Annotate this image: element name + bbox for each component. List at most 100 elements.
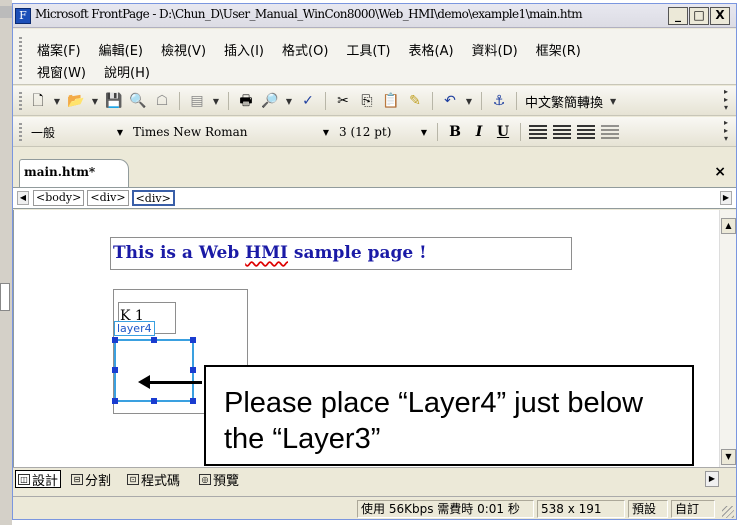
preview-dropdown-icon[interactable]: ▼ xyxy=(285,97,293,106)
toolbar-grip-handle[interactable] xyxy=(19,92,22,110)
tab-design[interactable]: ◫ 設計 xyxy=(15,470,62,489)
chevron-down-icon: ▼ xyxy=(322,127,329,137)
scroll-right-icon[interactable]: ▶ xyxy=(705,471,719,487)
new-page-icon[interactable]: 🗋 xyxy=(29,92,47,110)
heading-layer[interactable]: This is a Web HMI sample page ! xyxy=(110,237,572,270)
resize-handle[interactable] xyxy=(151,398,157,404)
toolbar-separator xyxy=(437,123,438,141)
maximize-button[interactable]: □ xyxy=(689,7,709,25)
tag-scroll-left-icon[interactable]: ◀ xyxy=(17,191,29,205)
chevron-down-icon: ▼ xyxy=(420,127,427,137)
new-dropdown-icon[interactable]: ▼ xyxy=(53,97,61,106)
toolbar-separator xyxy=(481,92,482,110)
toolbar-overflow-icon[interactable]: ▸ ▸ ▾ xyxy=(724,88,734,114)
align-center-icon[interactable] xyxy=(553,125,571,139)
tab-main-htm[interactable]: main.htm* xyxy=(19,159,129,187)
design-canvas[interactable]: This is a Web HMI sample page ! K 1 laye… xyxy=(13,210,721,467)
italic-button[interactable]: I xyxy=(470,124,488,140)
menu-format[interactable]: 格式(O) xyxy=(282,40,328,59)
pane-dropdown-icon[interactable]: ▼ xyxy=(212,97,220,106)
formatting-toolbar: 一般 ▼ Times New Roman ▼ 3 (12 pt) ▼ B I U… xyxy=(13,117,736,147)
layer4[interactable] xyxy=(112,337,196,404)
spelling-icon[interactable]: ✓ xyxy=(299,92,317,110)
font-size-value: 3 (12 pt) xyxy=(339,125,392,139)
menu-file[interactable]: 檔案(F) xyxy=(37,40,81,59)
menu-row-2: 視窗(W) 說明(H) xyxy=(37,62,150,81)
layer4-label[interactable]: layer4 xyxy=(114,321,155,336)
default-mode-status[interactable]: 預設 xyxy=(628,500,668,518)
tab-code[interactable]: ⊡ 程式碼 xyxy=(127,470,181,489)
tag-div-selected[interactable]: <div> xyxy=(131,190,175,206)
tab-label: main.htm* xyxy=(24,165,96,179)
print-preview-icon[interactable]: 🔎 xyxy=(261,92,279,110)
resize-handle[interactable] xyxy=(112,367,118,373)
menu-data[interactable]: 資料(D) xyxy=(472,40,518,59)
document-tab-row: main.htm* × xyxy=(13,148,736,187)
custom-mode-status[interactable]: 自訂 xyxy=(671,500,715,518)
heading-prefix: This is a Web xyxy=(113,243,246,263)
resize-handle[interactable] xyxy=(151,337,157,343)
align-right-icon[interactable] xyxy=(577,125,595,139)
toolbar-separator xyxy=(432,92,433,110)
chinese-convert-button[interactable]: 中文繁簡轉換 xyxy=(525,92,603,111)
copy-icon[interactable]: ⎘ xyxy=(358,92,376,110)
quick-tag-selector: ◀ <body> <div> <div> ▶ xyxy=(13,187,736,209)
resize-grip-icon[interactable] xyxy=(722,506,734,518)
vertical-scrollbar[interactable]: ▲ ▼ xyxy=(719,210,736,467)
open-folder-icon[interactable]: 📂 xyxy=(67,92,85,110)
page-dimensions-status[interactable]: 538 x 191 xyxy=(537,500,625,518)
menu-grip-handle[interactable] xyxy=(19,37,22,81)
heading-suffix: sample page ! xyxy=(288,243,427,263)
tag-body[interactable]: <body> xyxy=(33,190,85,206)
hyperlink-icon[interactable]: ⚓ xyxy=(490,92,508,110)
cut-icon[interactable]: ✂ xyxy=(334,92,352,110)
undo-dropdown-icon[interactable]: ▼ xyxy=(465,97,473,106)
menu-tools[interactable]: 工具(T) xyxy=(346,40,390,59)
underline-button[interactable]: U xyxy=(494,124,512,140)
menu-help[interactable]: 說明(H) xyxy=(104,62,150,81)
scroll-down-icon[interactable]: ▼ xyxy=(721,449,736,465)
resize-handle[interactable] xyxy=(190,398,196,404)
format-painter-icon[interactable]: ✎ xyxy=(406,92,424,110)
undo-icon[interactable]: ↶ xyxy=(441,92,459,110)
toolbar-overflow-icon[interactable]: ▸ ▸ ▾ xyxy=(724,119,734,145)
resize-handle[interactable] xyxy=(190,367,196,373)
menu-edit[interactable]: 編輯(E) xyxy=(99,40,143,59)
tag-scroll-right-icon[interactable]: ▶ xyxy=(720,191,732,205)
search-binoculars-icon[interactable]: 🔍 xyxy=(129,92,147,110)
minimize-button[interactable]: _ xyxy=(668,7,688,25)
save-icon[interactable]: 💾 xyxy=(105,92,123,110)
menu-table[interactable]: 表格(A) xyxy=(409,40,454,59)
close-button[interactable]: X xyxy=(710,7,730,25)
font-size-select[interactable]: 3 (12 pt) ▼ xyxy=(337,123,429,141)
publish-icon[interactable]: ☖ xyxy=(153,92,171,110)
justify-icon[interactable] xyxy=(601,125,619,139)
menu-insert[interactable]: 插入(I) xyxy=(224,40,264,59)
scroll-up-icon[interactable]: ▲ xyxy=(721,218,736,234)
menu-view[interactable]: 檢視(V) xyxy=(161,40,206,59)
align-left-icon[interactable] xyxy=(529,125,547,139)
tab-split[interactable]: ⊟ 分割 xyxy=(71,470,111,489)
tab-code-label: 程式碼 xyxy=(141,473,181,489)
instruction-callout: Please place “Layer4” just below the “La… xyxy=(204,365,694,466)
title-bar[interactable]: F Microsoft FrontPage - D:\Chun_D\User_M… xyxy=(13,4,736,28)
menu-frames[interactable]: 框架(R) xyxy=(536,40,581,59)
resize-handle[interactable] xyxy=(190,337,196,343)
style-select[interactable]: 一般 ▼ xyxy=(29,123,125,141)
bold-button[interactable]: B xyxy=(446,124,464,140)
resize-handle[interactable] xyxy=(112,398,118,404)
open-dropdown-icon[interactable]: ▼ xyxy=(91,97,99,106)
tab-preview[interactable]: ◎ 預覽 xyxy=(199,470,239,489)
tag-div[interactable]: <div> xyxy=(87,190,129,206)
frontpage-icon[interactable]: F xyxy=(15,8,31,24)
toolbar-separator xyxy=(520,123,521,141)
font-select[interactable]: Times New Roman ▼ xyxy=(131,123,331,141)
resize-handle[interactable] xyxy=(112,337,118,343)
close-document-button[interactable]: × xyxy=(714,164,726,180)
toolbar-grip-handle[interactable] xyxy=(19,123,22,141)
chinese-convert-dropdown-icon[interactable]: ▼ xyxy=(609,97,617,106)
toggle-pane-icon[interactable]: ▤ xyxy=(188,92,206,110)
print-icon[interactable]: 🖶 xyxy=(237,92,255,110)
paste-icon[interactable]: 📋 xyxy=(382,92,400,110)
menu-window[interactable]: 視窗(W) xyxy=(37,62,86,81)
